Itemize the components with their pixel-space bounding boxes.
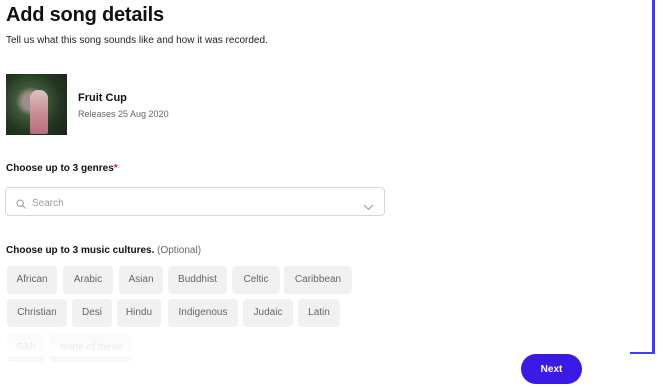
page-title: Add song details [6, 4, 164, 26]
chevron-down-icon[interactable] [363, 198, 374, 216]
genres-label-text: Choose up to 3 genres [6, 163, 114, 174]
culture-chip-buddhist[interactable]: Buddhist [168, 266, 227, 294]
culture-chip-arabic[interactable]: Arabic [63, 266, 113, 294]
release-date: Releases 25 Aug 2020 [78, 109, 169, 119]
culture-chip-indigenous[interactable]: Indigenous [168, 299, 238, 327]
cultures-label-text: Choose up to 3 music cultures. [6, 245, 155, 256]
required-mark: * [113, 163, 118, 174]
genre-search-input[interactable] [30, 194, 354, 212]
culture-chip-latin[interactable]: Latin [298, 299, 340, 327]
genres-label: Choose up to 3 genres* [6, 163, 118, 174]
culture-chip-christian[interactable]: Christian [7, 299, 67, 327]
frame-border-bottom [630, 352, 655, 354]
frame-border-right [652, 0, 655, 353]
culture-chip-judaic[interactable]: Judaic [243, 299, 293, 327]
page-subtitle: Tell us what this song sounds like and h… [6, 35, 268, 46]
culture-chip-hindu[interactable]: Hindu [117, 299, 161, 327]
culture-chip-african[interactable]: African [7, 266, 57, 294]
genre-search-field[interactable] [5, 187, 385, 216]
culture-chip-asian[interactable]: Asian [119, 266, 163, 294]
optional-label: (Optional) [157, 245, 202, 256]
cultures-label: Choose up to 3 music cultures. (Optional… [6, 245, 201, 256]
search-icon [16, 196, 26, 214]
next-button[interactable]: Next [521, 354, 582, 384]
scroll-fade [0, 330, 620, 356]
album-cover [6, 74, 67, 135]
culture-chip-desi[interactable]: Desi [72, 299, 112, 327]
culture-chip-celtic[interactable]: Celtic [232, 266, 280, 294]
culture-chip-caribbean[interactable]: Caribbean [284, 266, 352, 294]
song-title: Fruit Cup [78, 92, 127, 104]
